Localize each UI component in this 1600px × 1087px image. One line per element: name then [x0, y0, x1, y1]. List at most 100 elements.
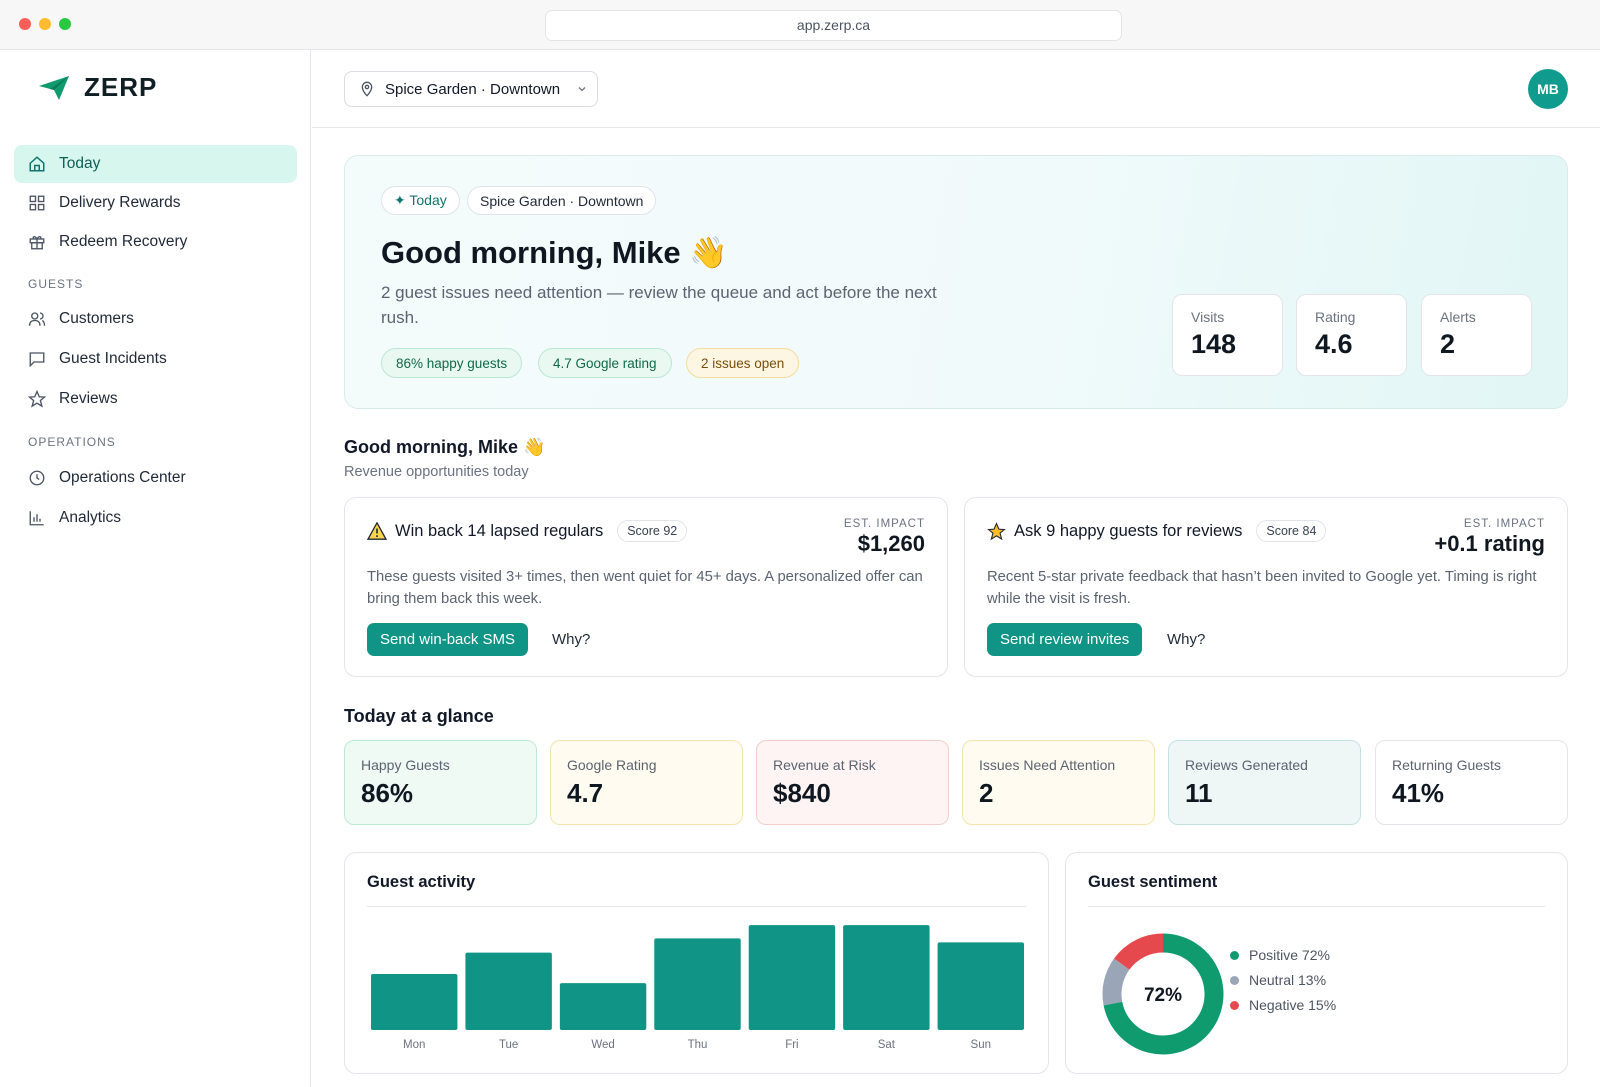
opportunity-title-text: Ask 9 happy guests for reviews [1014, 521, 1243, 540]
bar-chart-icon [29, 511, 44, 526]
kpi-value: 11 [1185, 778, 1213, 808]
close-window-button[interactable] [19, 18, 31, 30]
x-tick-label: Sat [878, 1039, 896, 1051]
brand-name: ZERP [84, 72, 158, 102]
opportunities-subheading: Revenue opportunities today [344, 464, 529, 480]
kpi-value: 2 [979, 778, 994, 808]
sidebar-item-label: Customers [59, 310, 134, 327]
map-pin-icon [361, 81, 373, 97]
sidebar-item-delivery-rewards[interactable]: Delivery Rewards [14, 184, 297, 222]
hero-panel: ✦ Today Spice Garden · Downtown Good mor… [344, 155, 1568, 409]
bar-thu [654, 938, 741, 1030]
legend-swatch [1230, 975, 1239, 985]
message-icon [29, 352, 45, 368]
location-selector[interactable]: Spice Garden · Downtown [344, 71, 598, 107]
send-review-invites-button[interactable]: Send review invites [987, 623, 1143, 656]
kpi-reviews-generated: Reviews Generated 11 [1168, 740, 1361, 825]
kpi-value: 4.7 [567, 778, 604, 808]
happy-guests-pill: 86% happy guests [381, 348, 523, 378]
sidebar-item-operations-center[interactable]: Operations Center [14, 459, 297, 497]
legend-label: Positive 72% [1249, 947, 1330, 963]
stat-value: 2 [1440, 329, 1456, 359]
estimated-impact: EST. IMPACT $1,260 [844, 518, 925, 557]
minimize-window-button[interactable] [39, 18, 51, 30]
sidebar-item-label: Today [59, 155, 101, 172]
opportunity-title: Win back 14 lapsed regulars Score 92 [367, 520, 688, 542]
chart-title: Guest sentiment [1088, 873, 1218, 891]
kpi-issues-need-attention: Issues Need Attention 2 [962, 740, 1155, 825]
google-rating-pill: 4.7 Google rating [538, 348, 672, 378]
opportunity-title-text: Win back 14 lapsed regulars [395, 521, 604, 540]
guest-activity-chart: Mon Tue Wed Thu Fri Sat Sun [371, 925, 1024, 1051]
clock-icon [29, 470, 45, 486]
opportunities-heading: Good morning, Mike 👋 [344, 437, 546, 457]
sidebar-item-label: Guest Incidents [59, 350, 167, 367]
sidebar-section-guests: GUESTS [28, 277, 84, 291]
sidebar-item-label: Redeem Recovery [59, 233, 188, 250]
donut-center-label: 72% [1144, 985, 1182, 1006]
location-selector-value: Spice Garden · Downtown [385, 80, 561, 98]
top-bar: Spice Garden · Downtown MB [312, 50, 1600, 128]
avatar[interactable]: MB [1528, 69, 1568, 109]
sidebar-item-label: Operations Center [59, 469, 186, 486]
why-link[interactable]: Why? [552, 623, 590, 656]
estimated-impact-label: EST. IMPACT [1463, 518, 1545, 530]
kpi-happy-guests: Happy Guests 86% [344, 740, 537, 825]
sidebar-item-label: Reviews [59, 390, 118, 407]
today-chip: ✦ Today [381, 186, 460, 215]
star-icon [987, 521, 1006, 540]
bar-fri [748, 925, 836, 1030]
alerts-stat: Alerts 2 [1421, 294, 1532, 376]
issues-open-pill: 2 issues open [686, 348, 800, 378]
stat-value: 148 [1191, 329, 1237, 359]
legend-negative: Negative 15% [1230, 997, 1336, 1013]
maximize-window-button[interactable] [59, 18, 71, 30]
sidebar-item-guest-incidents[interactable]: Guest Incidents [14, 340, 297, 378]
kpi-google-rating: Google Rating 4.7 [550, 740, 743, 825]
visits-stat: Visits 148 [1172, 294, 1283, 376]
sidebar-item-label: Delivery Rewards [59, 194, 181, 211]
kpi-label: Google Rating [567, 757, 657, 773]
kpi-label: Happy Guests [361, 757, 450, 773]
x-tick-label: Mon [403, 1039, 425, 1051]
guest-activity-card: Guest activity Mon Tue Wed Thu Fri Sat Sun [344, 852, 1049, 1074]
stat-label: Alerts [1440, 309, 1476, 325]
kpi-label: Reviews Generated [1185, 757, 1308, 773]
opportunity-title: Ask 9 happy guests for reviews Score 84 [987, 520, 1327, 542]
warning-icon [367, 522, 387, 540]
x-tick-label: Wed [591, 1039, 614, 1051]
sidebar: ZERP Today Delivery Rewards Redeem Recov… [0, 50, 311, 1087]
sidebar-item-analytics[interactable]: Analytics [14, 499, 297, 537]
kpi-revenue-at-risk: Revenue at Risk $840 [756, 740, 949, 825]
stat-label: Visits [1191, 309, 1225, 325]
kpi-value: 41% [1392, 778, 1445, 808]
legend-neutral: Neutral 13% [1230, 972, 1326, 988]
logo[interactable]: ZERP [38, 72, 157, 103]
grid-icon [29, 195, 45, 211]
score-badge: Score 92 [617, 520, 688, 542]
sidebar-item-reviews[interactable]: Reviews [14, 380, 297, 418]
sidebar-item-label: Analytics [59, 509, 122, 526]
bar-sat [843, 925, 930, 1030]
send-winback-sms-button[interactable]: Send win-back SMS [367, 623, 529, 656]
bar-sun [937, 942, 1024, 1030]
gift-icon [29, 236, 45, 250]
estimated-impact-label: EST. IMPACT [843, 518, 925, 530]
opportunity-description: Recent 5-star private feedback that hasn… [987, 569, 1537, 607]
sidebar-item-today[interactable]: Today [14, 145, 297, 183]
estimated-impact: EST. IMPACT +0.1 rating [1434, 518, 1545, 557]
opportunity-card-winback: Win back 14 lapsed regulars Score 92 EST… [344, 497, 948, 677]
x-tick-label: Sun [971, 1039, 991, 1051]
sidebar-item-customers[interactable]: Customers [14, 300, 297, 338]
location-chip: Spice Garden · Downtown [467, 186, 657, 215]
estimated-impact-value: +0.1 rating [1434, 531, 1545, 556]
address-bar[interactable]: app.zerp.ca [545, 10, 1122, 41]
bar-tue [465, 952, 552, 1030]
glance-heading: Today at a glance [344, 706, 494, 726]
users-icon [28, 312, 46, 326]
why-link[interactable]: Why? [1167, 623, 1205, 656]
kpi-value: 86% [361, 778, 414, 808]
greeting-subtitle: 2 guest issues need attention — review t… [381, 283, 937, 327]
sidebar-item-redeem-recovery[interactable]: Redeem Recovery [14, 223, 297, 261]
legend-label: Negative 15% [1249, 997, 1337, 1013]
